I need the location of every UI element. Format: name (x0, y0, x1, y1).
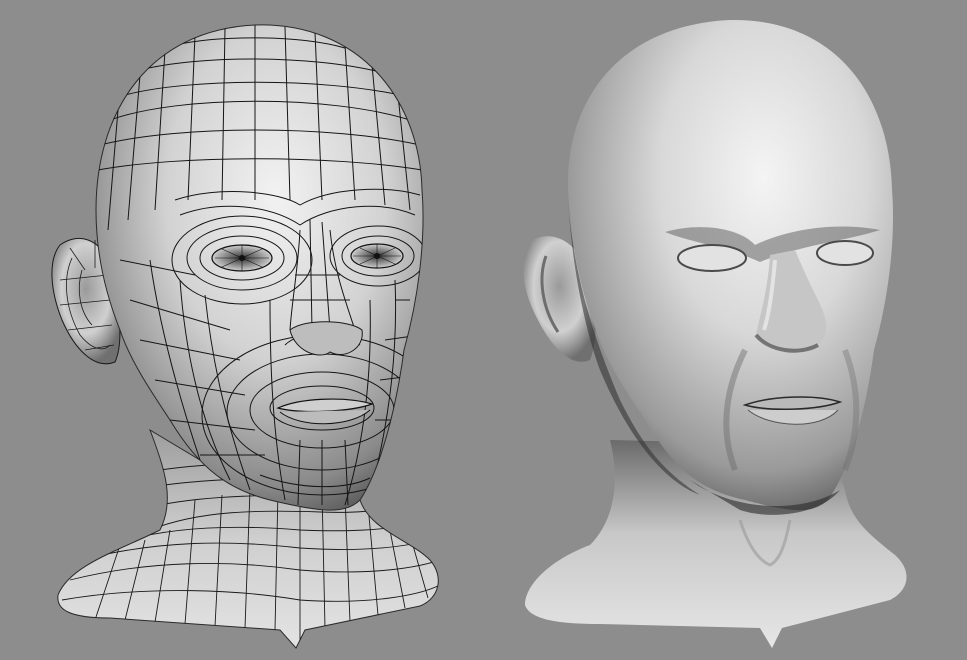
eye-left (211, 244, 273, 272)
smooth-head (523, 19, 907, 648)
smooth-eye-left (677, 244, 747, 272)
smooth-eye-right (816, 240, 874, 266)
render-canvas (51, 19, 907, 649)
3d-viewport (0, 0, 967, 660)
eye-right (350, 243, 404, 269)
wireframe-head (51, 24, 439, 649)
